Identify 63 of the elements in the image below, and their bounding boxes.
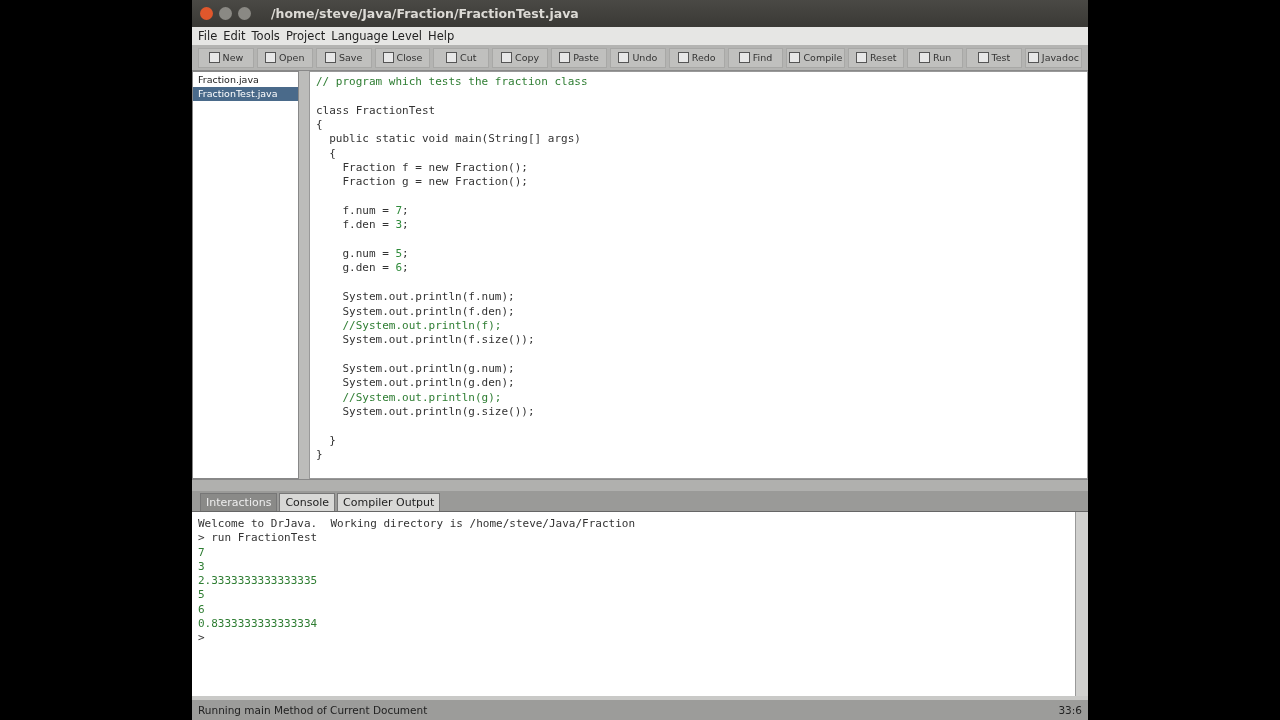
code-line: Fraction g = new Fraction();	[341, 175, 529, 190]
toolbar-button[interactable]: Javadoc	[1024, 47, 1082, 68]
console-line: >	[198, 631, 206, 646]
menu-item[interactable]: Language Level	[331, 29, 422, 43]
console-line: 5	[198, 588, 206, 603]
maximize-icon[interactable]	[238, 7, 251, 20]
menu-item[interactable]: Edit	[223, 29, 246, 43]
toolbar-button[interactable]: Reset	[848, 47, 905, 68]
toolbar-button[interactable]: Open	[256, 47, 313, 68]
code-line: {	[316, 118, 324, 133]
document-entry[interactable]: Fraction.java	[193, 73, 298, 87]
toolbar-button[interactable]: Compile	[786, 47, 846, 68]
code-line: public static void main(String[] args)	[328, 132, 582, 147]
code-line: class FractionTest	[316, 103, 437, 119]
code-line: Fraction f = new Fraction();	[341, 161, 529, 176]
menu-item[interactable]: Project	[285, 29, 326, 43]
toolbar-button[interactable]: Undo	[609, 47, 666, 68]
menu-item[interactable]: File	[198, 29, 218, 43]
scrollbar[interactable]	[1075, 512, 1088, 696]
code-line: //System.out.println(g);	[341, 390, 503, 405]
status-message: Running main Method of Current Document	[198, 704, 428, 716]
console-line: > run FractionTest	[198, 531, 319, 546]
code-line: System.out.println(g.num);	[341, 361, 516, 377]
code-line: g.den = 6;	[341, 261, 410, 276]
code-line: //System.out.println(f);	[341, 318, 503, 334]
code-line: f.den = 3;	[341, 218, 410, 233]
code-editor[interactable]	[309, 71, 1088, 479]
toolbar-button[interactable]: Redo	[668, 47, 725, 68]
cursor-position: 33:6	[1058, 704, 1082, 716]
console-line: 2.3333333333333335	[198, 574, 319, 589]
toolbar-button[interactable]: Cut	[433, 47, 490, 68]
menu-item[interactable]: Help	[428, 29, 455, 43]
code-line: }	[328, 433, 337, 448]
code-line: }	[316, 447, 324, 463]
document-entry[interactable]: FractionTest.java	[193, 87, 298, 101]
code-line: System.out.println(g.den);	[341, 376, 516, 391]
console-line: 3	[198, 559, 206, 575]
console-line: Welcome to DrJava. Working directory is /home/steve/Java/Fraction	[198, 517, 637, 532]
console-line: 7	[198, 545, 206, 560]
code-line: // program which tests the fraction class	[316, 75, 589, 90]
toolbar-button[interactable]: Paste	[551, 47, 607, 68]
toolbar-button[interactable]: New	[198, 47, 254, 68]
minimize-icon[interactable]	[219, 7, 232, 20]
toolbar-button[interactable]: Test	[966, 47, 1022, 68]
toolbar-button[interactable]: Run	[907, 47, 963, 68]
panel-tab[interactable]: Console	[279, 493, 336, 511]
toolbar-button[interactable]: Copy	[492, 47, 549, 68]
window-title: /home/steve/Java/Fraction/FractionTest.java	[271, 6, 579, 21]
menu-item[interactable]: Tools	[251, 29, 280, 43]
code-line: System.out.println(f.num);	[341, 290, 516, 305]
console-line: 6	[198, 602, 206, 618]
console-line: 0.8333333333333334	[198, 617, 319, 632]
code-line: System.out.println(f.size());	[341, 333, 536, 348]
close-icon[interactable]	[200, 7, 213, 20]
toolbar-button[interactable]: Save	[315, 47, 372, 68]
toolbar-button[interactable]: Close	[374, 47, 431, 68]
code-line: System.out.println(f.den);	[341, 304, 516, 319]
code-line: f.num = 7;	[341, 204, 410, 219]
code-line: {	[328, 146, 337, 162]
panel-tab[interactable]: Compiler Output	[337, 493, 441, 511]
code-line: g.num = 5;	[341, 247, 410, 262]
code-line: System.out.println(g.size());	[341, 404, 536, 420]
toolbar-button[interactable]: Find	[727, 47, 784, 68]
